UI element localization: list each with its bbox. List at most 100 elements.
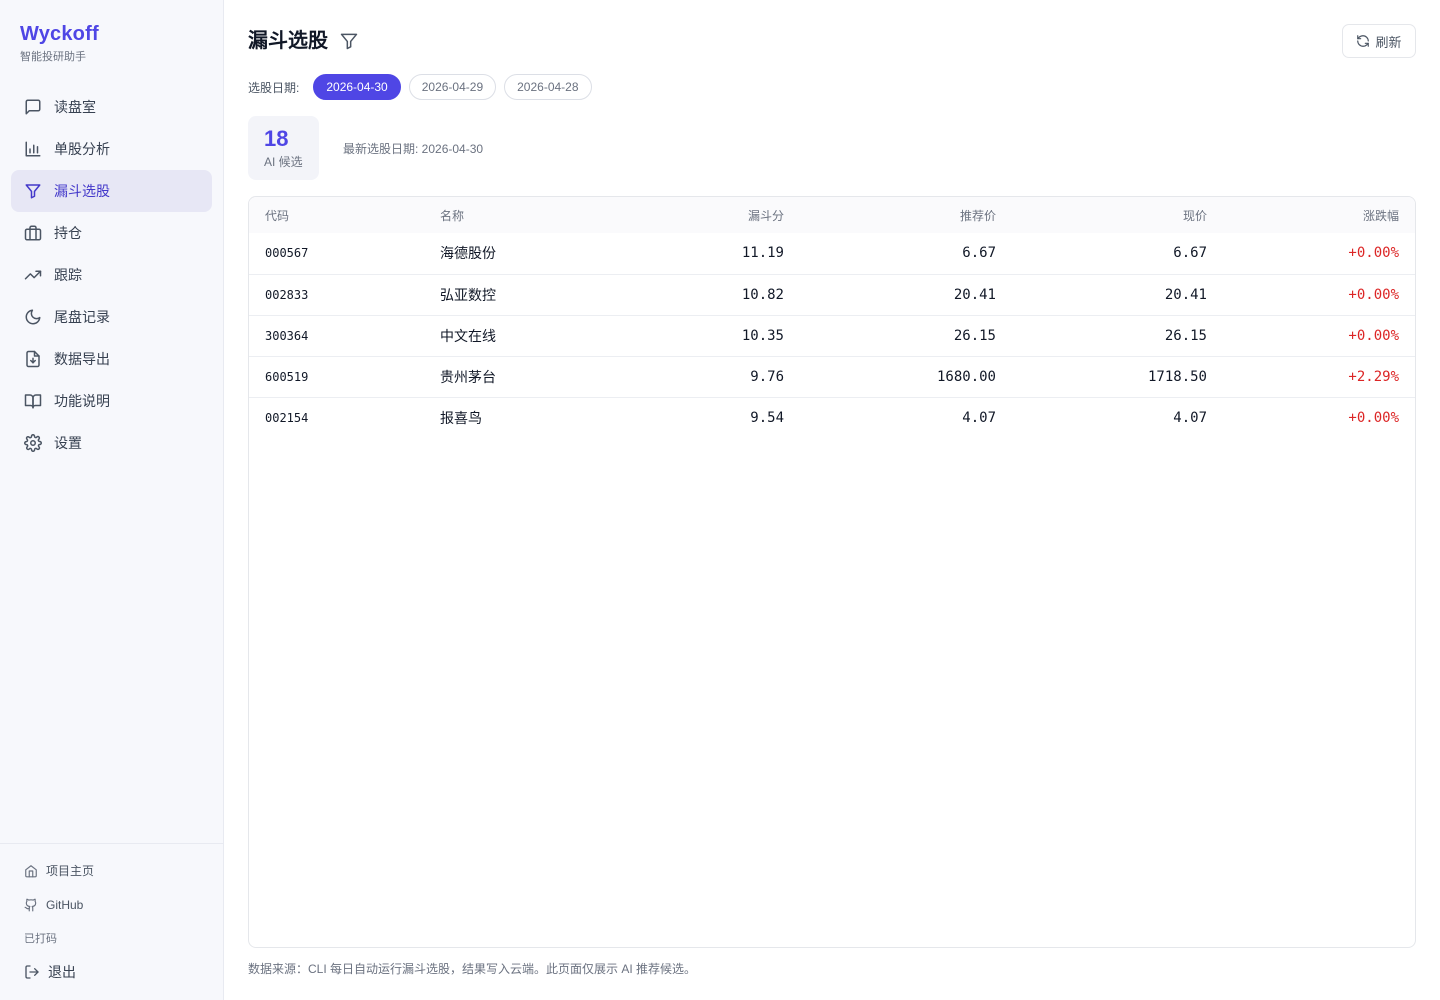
brand[interactable]: Wyckoff 智能投研助手 (20, 22, 99, 64)
logout-icon (24, 964, 40, 980)
candidates-table: 代码 名称 漏斗分 推荐价 现价 涨跌幅 000567 海德股份 11.19 6… (248, 196, 1416, 948)
main-content: 漏斗选股 刷新 选股日期: 2026-04-30 2026-04-29 2026… (224, 0, 1440, 1000)
chat-icon (24, 98, 42, 116)
current-price: 1718.50 (996, 356, 1207, 398)
sidebar-item-data-export[interactable]: 数据导出 (11, 338, 212, 380)
latest-date-text: 最新选股日期: 2026-04-30 (343, 142, 484, 156)
funnel-icon (339, 31, 359, 51)
price-change: +0.00% (1348, 409, 1399, 426)
recommended-price: 6.67 (784, 233, 996, 275)
project-home-link[interactable]: 项目主页 (24, 862, 94, 879)
funnel-score: 11.19 (660, 233, 784, 275)
sidebar-item-label: 跟踪 (54, 267, 82, 283)
table-row[interactable]: 300364 中文在线 10.35 26.15 26.15 +0.00% (249, 315, 1415, 357)
column-header-recommended-price[interactable]: 推荐价 (784, 197, 996, 233)
price-change: +0.00% (1207, 233, 1415, 275)
price-change: +2.29% (1207, 356, 1415, 398)
current-price: 6.67 (996, 233, 1207, 275)
date-label: 选股日期: (248, 80, 300, 95)
funnel-score: 9.54 (750, 409, 784, 426)
sidebar-item-closing-record[interactable]: 尾盘记录 (11, 296, 212, 338)
brand-subtitle: 智能投研助手 (20, 51, 86, 63)
sidebar-item-funnel[interactable]: 漏斗选股 (11, 170, 212, 212)
brand-name: Wyckoff (20, 23, 99, 45)
github-icon (24, 898, 38, 912)
current-price: 20.41 (996, 274, 1207, 316)
logout-label: 退出 (48, 964, 76, 980)
file-download-icon (24, 350, 42, 368)
date-chip-selected[interactable]: 2026-04-30 (313, 74, 401, 100)
funnel-icon (24, 182, 42, 200)
column-header-current-price[interactable]: 现价 (996, 197, 1207, 233)
github-link[interactable]: GitHub (24, 898, 83, 912)
sidebar-nav: 读盘室 单股分析 漏斗选股 持仓 跟踪 尾盘记录 数据导出 功能说明 设置 (11, 86, 212, 464)
gear-icon (24, 434, 42, 452)
sidebar-item-holdings[interactable]: 持仓 (11, 212, 212, 254)
briefcase-icon (24, 224, 42, 242)
bar-chart-icon (24, 140, 42, 158)
stock-name: 弘亚数控 (440, 274, 660, 316)
table-row[interactable]: 002833 弘亚数控 10.82 20.41 20.41 +0.00% (249, 274, 1415, 316)
sidebar-item-tracking[interactable]: 跟踪 (11, 254, 212, 296)
sidebar-item-help[interactable]: 功能说明 (11, 380, 212, 422)
refresh-icon (1356, 34, 1370, 48)
sidebar-item-label: 持仓 (54, 225, 82, 241)
recommended-price: 4.07 (962, 409, 996, 426)
sidebar-item-label: 尾盘记录 (54, 309, 110, 325)
column-header-name[interactable]: 名称 (440, 197, 660, 233)
sidebar-item-label: 数据导出 (54, 351, 110, 367)
home-icon (24, 864, 38, 878)
column-header-funnel-score[interactable]: 漏斗分 (660, 197, 784, 233)
stock-code: 600519 (249, 356, 440, 398)
price-change: +0.00% (1207, 315, 1415, 357)
recommended-price: 1680.00 (784, 356, 996, 398)
stock-name: 报喜鸟 (440, 409, 482, 426)
page-title: 漏斗选股 (248, 30, 328, 52)
sidebar-item-reading-room[interactable]: 读盘室 (11, 86, 212, 128)
ai-candidates-card: 18 AI 候选 (248, 116, 319, 180)
price-change: +0.00% (1207, 274, 1415, 316)
logout-button[interactable]: 退出 (24, 962, 76, 982)
refresh-label: 刷新 (1375, 34, 1402, 50)
github-label: GitHub (46, 898, 84, 912)
table-header-row: 代码 名称 漏斗分 推荐价 现价 涨跌幅 (249, 197, 1415, 233)
stock-code: 002833 (249, 274, 440, 316)
trending-up-icon (24, 266, 42, 284)
column-header-change[interactable]: 涨跌幅 (1207, 197, 1415, 233)
sidebar: Wyckoff 智能投研助手 读盘室 单股分析 漏斗选股 持仓 跟踪 尾盘记录 … (0, 0, 224, 1000)
sidebar-footer: 项目主页 GitHub 已打码 退出 (0, 843, 224, 980)
stock-code: 000567 (249, 233, 440, 275)
stock-code: 300364 (249, 315, 440, 357)
column-header-code[interactable]: 代码 (249, 197, 440, 233)
project-home-label: 项目主页 (46, 864, 95, 878)
sidebar-item-stock-analysis[interactable]: 单股分析 (11, 128, 212, 170)
sidebar-item-settings[interactable]: 设置 (11, 422, 212, 464)
book-icon (24, 392, 42, 410)
sidebar-item-label: 功能说明 (54, 393, 110, 409)
candidate-count: 18 (264, 126, 289, 151)
candidate-label: AI 候选 (264, 155, 303, 169)
current-price: 26.15 (996, 315, 1207, 357)
sidebar-item-label: 读盘室 (54, 99, 96, 115)
stock-name: 海德股份 (440, 233, 660, 275)
funnel-score: 9.76 (660, 356, 784, 398)
stock-code: 002154 (265, 410, 309, 425)
recommended-price: 20.41 (784, 274, 996, 316)
stock-name: 贵州茅台 (440, 356, 660, 398)
sidebar-item-label: 单股分析 (54, 141, 110, 157)
table-row[interactable]: 002154 报喜鸟 9.54 4.07 4.07 +0.00% (249, 397, 1415, 438)
refresh-button[interactable]: 刷新 (1342, 24, 1416, 58)
date-selector: 选股日期: 2026-04-30 2026-04-29 2026-04-28 (248, 74, 600, 100)
sidebar-item-label: 设置 (54, 435, 82, 451)
date-chip[interactable]: 2026-04-29 (408, 74, 497, 100)
date-chip[interactable]: 2026-04-28 (504, 74, 592, 100)
table-row[interactable]: 000567 海德股份 11.19 6.67 6.67 +0.00% (249, 233, 1415, 275)
current-price: 4.07 (1173, 409, 1207, 426)
stock-name: 中文在线 (440, 315, 660, 357)
moon-icon (24, 308, 42, 326)
table-row[interactable]: 600519 贵州茅台 9.76 1680.00 1718.50 +2.29% (249, 356, 1415, 398)
status-text: 已打码 (24, 933, 57, 945)
funnel-score: 10.35 (660, 315, 784, 357)
sidebar-item-label: 漏斗选股 (54, 183, 110, 199)
funnel-score: 10.82 (660, 274, 784, 316)
